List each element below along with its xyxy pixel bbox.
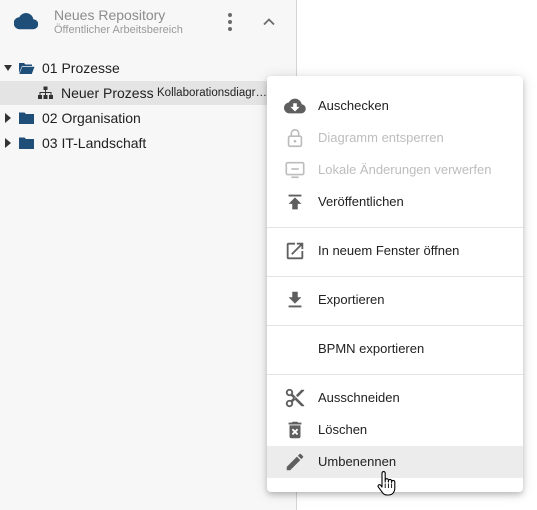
- menu-divider: [267, 227, 523, 228]
- menu-item-label: Diagramm entsperren: [318, 130, 444, 145]
- menu-item-label: Exportieren: [318, 292, 385, 307]
- tree-folder-it-landschaft[interactable]: 03 IT-Landschaft: [0, 131, 297, 155]
- menu-item-label: Auschecken: [318, 98, 389, 113]
- menu-item-label: Veröffentlichen: [318, 194, 404, 209]
- publish-icon: [288, 194, 302, 210]
- discard-icon: [285, 161, 305, 179]
- pencil-icon: [286, 453, 304, 471]
- menu-item-bpmn-exportieren[interactable]: BPMN exportieren: [267, 333, 523, 365]
- cloud-icon: [14, 13, 38, 30]
- caret-right-icon[interactable]: [3, 137, 13, 149]
- scissors-icon: [285, 388, 305, 408]
- repository-header: Neues Repository Öffentlicher Arbeitsber…: [0, 0, 297, 44]
- tree-folder-label: 01 Prozesse: [42, 60, 120, 76]
- caret-right-icon[interactable]: [3, 112, 13, 124]
- cloud-download-icon: [284, 98, 306, 114]
- menu-item-label: Lokale Änderungen verwerfen: [318, 162, 492, 177]
- menu-item-loeschen[interactable]: Löschen: [267, 414, 523, 446]
- menu-item-label: In neuem Fenster öffnen: [318, 243, 460, 258]
- menu-item-diagramm-entsperren[interactable]: Diagramm entsperren: [267, 122, 523, 154]
- caret-down-icon[interactable]: [3, 62, 13, 74]
- menu-item-label: BPMN exportieren: [318, 341, 425, 356]
- menu-item-auschecken[interactable]: Auschecken: [267, 90, 523, 122]
- menu-item-label: Umbenennen: [318, 454, 397, 469]
- unlock-icon: [287, 128, 303, 148]
- menu-divider: [267, 325, 523, 326]
- context-menu: Auschecken Diagramm entsperren Lokale Än…: [267, 76, 523, 492]
- open-new-window-icon: [286, 242, 304, 260]
- folder-open-icon: [19, 63, 35, 74]
- process-type: Kollaborationsdiagramm: [157, 87, 268, 99]
- tree-folder-label: 03 IT-Landschaft: [42, 135, 147, 151]
- menu-item-label: Löschen: [318, 422, 368, 437]
- more-options-icon[interactable]: [222, 11, 238, 33]
- menu-item-label: Ausschneiden: [318, 390, 400, 405]
- hand-cursor-icon: [377, 471, 396, 496]
- tree-item-neuer-prozess[interactable]: Neuer Prozess Kollaborationsdiagramm: [0, 81, 297, 105]
- menu-item-exportieren[interactable]: Exportieren: [267, 284, 523, 316]
- menu-divider: [267, 374, 523, 375]
- menu-item-lokale-aenderungen-verwerfen[interactable]: Lokale Änderungen verwerfen: [267, 154, 523, 186]
- chevron-up-icon[interactable]: [260, 13, 278, 31]
- folder-icon: [19, 112, 34, 124]
- tree-folder-prozesse[interactable]: 01 Prozesse: [0, 56, 297, 80]
- repository-panel: Neues Repository Öffentlicher Arbeitsber…: [0, 0, 297, 510]
- menu-item-veroeffentlichen[interactable]: Veröffentlichen: [267, 186, 523, 218]
- repository-subtitle: Öffentlicher Arbeitsbereich: [54, 24, 183, 36]
- repository-title: Neues Repository: [54, 7, 166, 23]
- tree-folder-organisation[interactable]: 02 Organisation: [0, 106, 297, 130]
- menu-divider: [267, 276, 523, 277]
- menu-item-ausschneiden[interactable]: Ausschneiden: [267, 382, 523, 414]
- trash-icon: [288, 421, 302, 439]
- menu-item-in-neuem-fenster-oeffnen[interactable]: In neuem Fenster öffnen: [267, 235, 523, 267]
- tree-folder-label: 02 Organisation: [42, 110, 141, 126]
- process-name: Neuer Prozess: [61, 85, 154, 101]
- folder-icon: [19, 137, 34, 149]
- hierarchy-icon: [38, 86, 53, 99]
- download-icon: [288, 291, 302, 308]
